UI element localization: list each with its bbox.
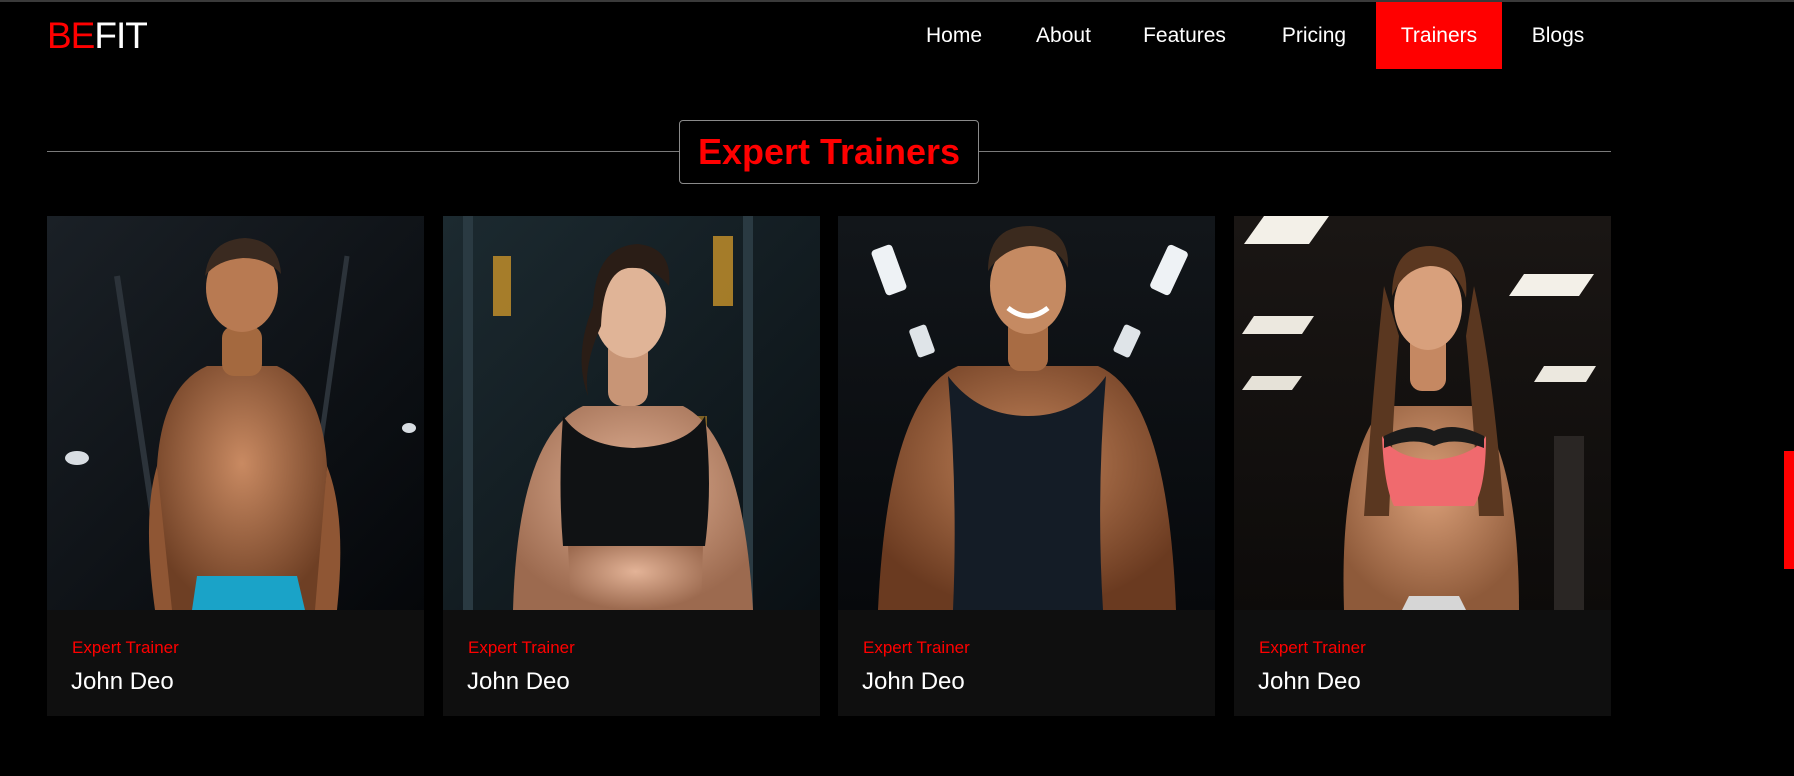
trainer-card-body: Expert Trainer John Deo <box>1234 610 1611 716</box>
trainer-role: Expert Trainer <box>468 638 575 657</box>
trainer-name[interactable]: John Deo <box>1258 668 1361 696</box>
trainer-photo <box>47 216 424 610</box>
trainer-card-body: Expert Trainer John Deo <box>443 610 820 716</box>
trainer-photo <box>838 216 1215 610</box>
nav-features[interactable]: Features <box>1117 2 1252 69</box>
trainer-name[interactable]: John Deo <box>71 668 174 696</box>
trainer-role: Expert Trainer <box>1259 638 1366 657</box>
trainer-role: Expert Trainer <box>72 638 179 657</box>
nav-trainers[interactable]: Trainers <box>1376 2 1502 69</box>
trainer-card[interactable]: Expert Trainer John Deo <box>1234 216 1611 716</box>
brand-logo-part-fit: FIT <box>94 15 147 56</box>
trainer-card-body: Expert Trainer John Deo <box>47 610 424 716</box>
brand-logo[interactable]: BEFIT <box>47 14 148 58</box>
trainer-card[interactable]: Expert Trainer John Deo <box>443 216 820 716</box>
section-title-box: Expert Trainers <box>679 120 979 184</box>
trainer-role: Expert Trainer <box>863 638 970 657</box>
trainer-card[interactable]: Expert Trainer John Deo <box>47 216 424 716</box>
brand-logo-part-be: BE <box>47 15 95 56</box>
nav-pricing[interactable]: Pricing <box>1252 2 1376 69</box>
trainer-card-body: Expert Trainer John Deo <box>838 610 1215 716</box>
trainer-name[interactable]: John Deo <box>862 668 965 696</box>
main-nav: Home About Features Pricing Trainers Blo… <box>898 2 1614 69</box>
side-scroll-tab[interactable] <box>1784 451 1794 569</box>
nav-blogs[interactable]: Blogs <box>1502 2 1614 69</box>
trainer-name[interactable]: John Deo <box>467 668 570 696</box>
trainer-card[interactable]: Expert Trainer John Deo <box>838 216 1215 716</box>
nav-home[interactable]: Home <box>898 2 1010 69</box>
section-title: Expert Trainers <box>697 131 961 172</box>
trainer-photo <box>1234 216 1611 610</box>
nav-about[interactable]: About <box>1010 2 1117 69</box>
trainer-photo <box>443 216 820 610</box>
